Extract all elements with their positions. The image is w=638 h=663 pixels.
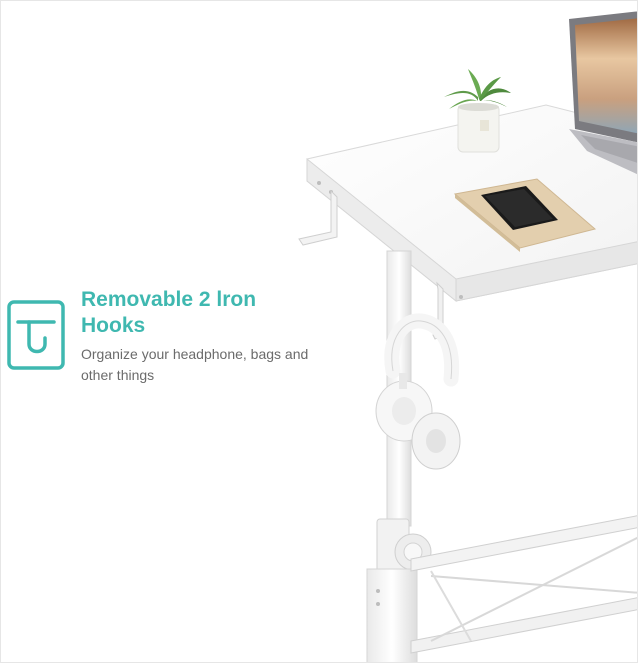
left-hook [298, 189, 338, 246]
feature-callout: Removable 2 lron Hooks Organize your hea… [7, 287, 327, 397]
frame-crossbars [410, 515, 637, 654]
product-image-frame: Removable 2 lron Hooks Organize your hea… [0, 0, 638, 663]
hook-icon [7, 300, 65, 370]
feature-description: Organize your headphone, bags and other … [81, 346, 309, 383]
feature-title: Removable 2 lron Hooks [81, 288, 257, 337]
